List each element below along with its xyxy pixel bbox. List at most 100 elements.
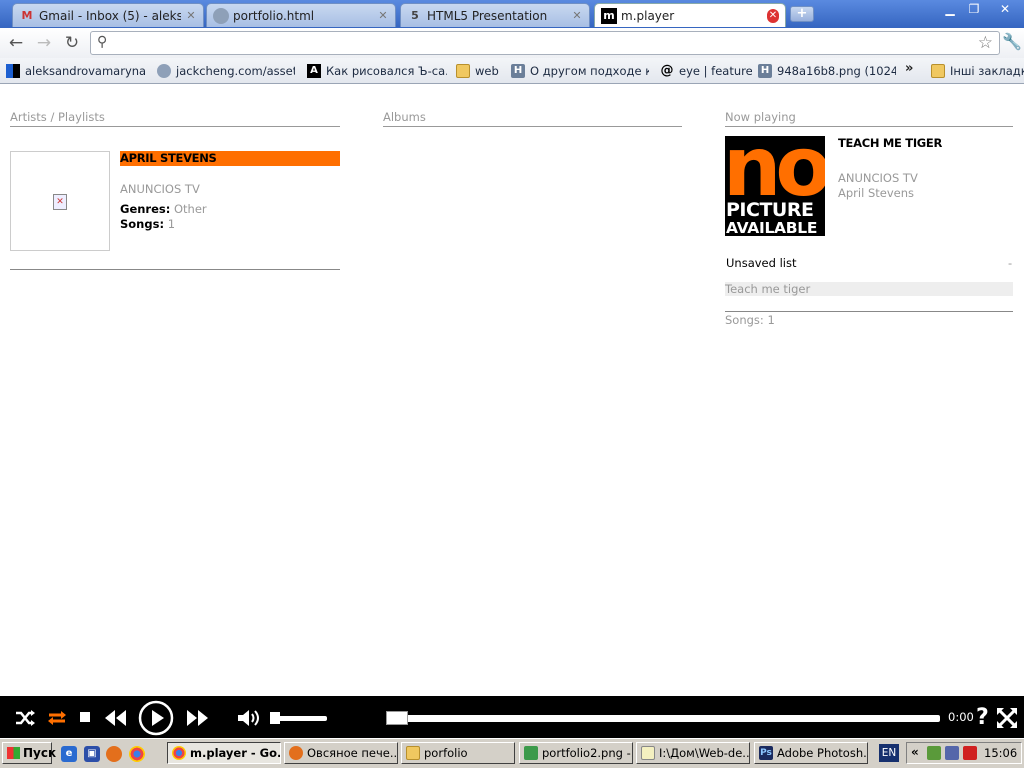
bookmarks-bar: aleksandrovamaryna'... jackcheng.com/ass…: [0, 58, 1024, 84]
tab-title: portfolio.html: [233, 8, 315, 23]
artist-name[interactable]: APRIL STEVENS: [120, 151, 340, 166]
address-input[interactable]: [117, 35, 967, 51]
genres-label: Genres:: [120, 202, 171, 216]
close-icon[interactable]: ✕: [185, 9, 197, 22]
search-icon: ⚲: [97, 34, 108, 50]
typography-icon: A: [307, 64, 321, 78]
repeat-icon[interactable]: [46, 708, 68, 728]
minimize-icon[interactable]: ▁: [938, 0, 962, 18]
photoshop-icon: Ps: [759, 746, 773, 760]
tab-mplayer[interactable]: m m.player ✕: [594, 3, 786, 27]
now-playing-album: ANUNCIOS TV: [838, 171, 918, 185]
firefox-icon: [289, 746, 303, 760]
tab-portfolio[interactable]: portfolio.html ✕: [206, 3, 396, 27]
volume-handle[interactable]: [270, 712, 280, 724]
forward-icon[interactable]: →: [33, 32, 55, 54]
playlist-dash: -: [1008, 256, 1013, 270]
bookmark-folder-web[interactable]: web: [456, 62, 504, 80]
songs-label: Songs:: [120, 217, 165, 231]
now-playing-artist: April Stevens: [838, 186, 914, 200]
broken-image-icon: ✕: [53, 194, 67, 210]
close-icon[interactable]: ✕: [767, 8, 779, 23]
bookmark-label: Как рисовался Ъ-са...: [326, 64, 447, 78]
html5-icon: 5: [411, 9, 419, 22]
bookmarks-overflow-button[interactable]: »: [905, 61, 913, 76]
bookmark-folder-other[interactable]: Інші закладки: [931, 62, 1024, 80]
playlist-divider: [725, 311, 1013, 312]
seek-bar[interactable]: [386, 715, 940, 722]
ie-icon[interactable]: e: [61, 746, 77, 762]
fast-forward-icon[interactable]: [186, 709, 210, 727]
close-icon[interactable]: ✕: [377, 9, 389, 22]
artist-album[interactable]: ANUNCIOS TV: [120, 182, 200, 197]
monitor-icon[interactable]: [945, 746, 959, 760]
clock: 15:06: [984, 746, 1018, 760]
taskbar-window-folder[interactable]: porfolio: [401, 742, 515, 764]
taskbar-window-firefox[interactable]: Овсяное пече...: [284, 742, 398, 764]
browser-toolbar: ← → ↻ ⚲ ☆ 🔧: [0, 28, 1024, 58]
help-icon[interactable]: ?: [976, 704, 989, 732]
bookmark-label: jackcheng.com/asset...: [176, 64, 295, 78]
tab-title: HTML5 Presentation: [427, 8, 548, 23]
bookmark-item[interactable]: A Как рисовался Ъ-са...: [307, 62, 447, 80]
stop-icon[interactable]: [80, 712, 90, 722]
taskbar-window-image-viewer[interactable]: portfolio2.png -...: [519, 742, 633, 764]
chrome-icon[interactable]: [129, 746, 145, 762]
language-indicator[interactable]: EN: [879, 744, 899, 762]
tab-title: Gmail - Inbox (5) - aleksandro: [39, 8, 181, 23]
rewind-icon[interactable]: [103, 709, 127, 727]
folder-icon: [406, 746, 420, 760]
playlist-item[interactable]: Teach me tiger: [725, 282, 1013, 296]
taskbar-window-label: portfolio2.png -...: [542, 746, 633, 760]
taskbar-window-mplayer[interactable]: m.player - Go...: [167, 742, 281, 764]
back-icon[interactable]: ←: [5, 32, 27, 54]
artists-playlists-header[interactable]: Artists / Playlists: [10, 110, 340, 127]
taskbar-window-label: Овсяное пече...: [307, 746, 398, 760]
save-disk-icon[interactable]: ▣: [84, 746, 100, 762]
now-playing-header: Now playing: [725, 110, 1013, 127]
bookmark-label: Інші закладки: [950, 64, 1024, 78]
now-playing-title: TEACH ME TIGER: [838, 136, 943, 150]
window-close-icon[interactable]: ✕: [990, 0, 1020, 18]
bookmark-star-icon[interactable]: ☆: [978, 33, 993, 53]
tab-html5-presentation[interactable]: 5 HTML5 Presentation ✕: [400, 3, 590, 27]
fullscreen-icon[interactable]: [996, 707, 1018, 729]
delicious-icon: [6, 64, 20, 78]
bookmark-label: eye | feature: [679, 64, 752, 78]
page-icon: H: [758, 64, 772, 78]
taskbar-window-photoshop[interactable]: Ps Adobe Photosh...: [754, 742, 868, 764]
restore-icon[interactable]: ❐: [962, 0, 986, 18]
firefox-icon[interactable]: [106, 746, 122, 762]
bookmark-item[interactable]: H 948a16b8.png (1024...: [758, 62, 896, 80]
start-button[interactable]: Пуск: [2, 742, 56, 764]
new-tab-button[interactable]: +: [790, 6, 814, 22]
address-bar[interactable]: ⚲ ☆: [90, 31, 1000, 55]
tray-expand-icon[interactable]: «: [911, 745, 919, 759]
gmail-icon: M: [21, 9, 33, 22]
seek-handle[interactable]: [386, 711, 408, 725]
artist-divider: [10, 269, 340, 270]
bookmark-item[interactable]: H О другом подходе к...: [511, 62, 649, 80]
artist-image[interactable]: ✕: [10, 151, 110, 251]
start-label: Пуск: [23, 746, 57, 760]
playlist-name[interactable]: Unsaved list: [726, 256, 796, 271]
globe-icon: [157, 64, 171, 78]
albums-header: Albums: [383, 110, 682, 127]
tab-strip: M Gmail - Inbox (5) - aleksandro ✕ portf…: [0, 0, 1024, 28]
taskbar-window-notepad[interactable]: I:\Дом\Web-de...: [636, 742, 750, 764]
close-icon[interactable]: ✕: [571, 9, 583, 22]
bookmark-item[interactable]: jackcheng.com/asset...: [157, 62, 295, 80]
volume-icon[interactable]: [236, 707, 262, 729]
songs-value: 1: [167, 217, 176, 231]
bookmark-item[interactable]: @ eye | feature: [660, 62, 753, 80]
taskbar-window-label: I:\Дом\Web-de...: [659, 746, 750, 760]
shuffle-icon[interactable]: [14, 708, 36, 728]
folder-icon: [456, 64, 470, 78]
bookmark-item[interactable]: aleksandrovamaryna'...: [6, 62, 146, 80]
play-icon[interactable]: [138, 700, 174, 736]
wrench-icon[interactable]: 🔧: [1002, 32, 1022, 51]
network-icon[interactable]: [927, 746, 941, 760]
antivirus-icon[interactable]: [963, 746, 977, 760]
tab-gmail[interactable]: M Gmail - Inbox (5) - aleksandro ✕: [12, 3, 204, 27]
reload-icon[interactable]: ↻: [61, 32, 83, 54]
